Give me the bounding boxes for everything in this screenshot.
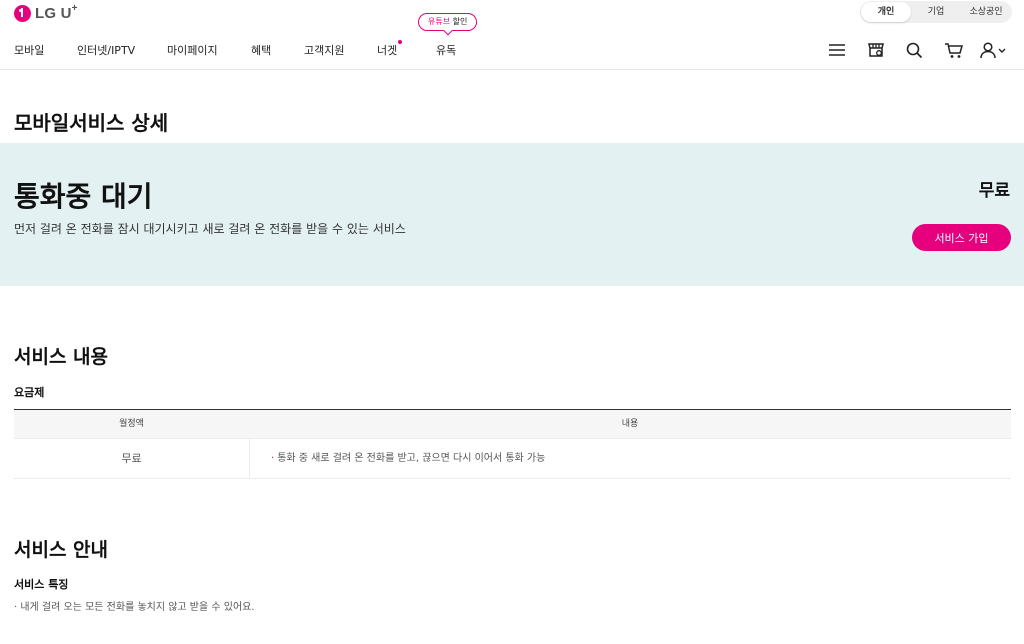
cart-icon[interactable] [934, 40, 973, 60]
nav-item-nugget[interactable]: 너겟 [377, 40, 403, 58]
nav-item-mobile[interactable]: 모바일 [14, 42, 44, 58]
customer-type-switch: 개인 기업 소상공인 [860, 1, 1012, 23]
nav-icon-group [817, 40, 1012, 60]
nav-item-internet-iptv[interactable]: 인터넷/IPTV [77, 42, 135, 58]
row-price: 무료 [121, 452, 142, 465]
new-dot [398, 40, 403, 44]
table-row: 무료 · 통화 중 새로 걸려 온 전화를 받고, 끊으면 다시 이어서 통화 가… [14, 439, 1011, 479]
segment-small-business[interactable]: 소상공인 [961, 2, 1011, 22]
promo-suffix: 할인 [452, 17, 468, 26]
service-hero: 통화중 대기 먼저 걸려 온 전화를 잠시 대기시키고 새로 걸려 온 전화를 … [0, 143, 1024, 286]
service-content-title: 서비스 내용 [14, 346, 109, 368]
lg-uplus-logo[interactable]: LG U+ [14, 3, 78, 22]
bullet-icon: · [271, 453, 275, 464]
nav-item-yudok[interactable]: 유독 [436, 42, 456, 58]
logo-text: LG U+ [35, 3, 78, 22]
service-price: 무료 [978, 181, 1010, 201]
menu-icon[interactable] [817, 40, 856, 60]
table-header: 월정액 내용 [14, 410, 1011, 439]
nav-item-nugget-label: 너겟 [377, 44, 398, 57]
row-content: · 통화 중 새로 걸려 온 전화를 받고, 끊으면 다시 이어서 통화 가능 [249, 439, 1011, 478]
youtube-promo-bubble[interactable]: 유튜브 할인 [418, 13, 478, 31]
nav-item-benefits[interactable]: 혜택 [251, 42, 271, 58]
service-description: 먼저 걸려 온 전화를 잠시 대기시키고 새로 걸려 온 전화를 받을 수 있는… [14, 222, 406, 236]
service-title: 통화중 대기 [14, 180, 153, 213]
nav-item-mypage[interactable]: 마이페이지 [167, 42, 218, 58]
rate-plan-subtitle: 요금제 [14, 386, 45, 399]
feature-text: · 내게 걸려 오는 모든 전화를 놓치지 않고 받을 수 있어요. [14, 602, 255, 613]
user-icon[interactable] [973, 40, 1012, 60]
store-icon[interactable] [856, 40, 895, 60]
row-content-text: 통화 중 새로 걸려 온 전화를 받고, 끊으면 다시 이어서 통화 가능 [277, 453, 546, 464]
segment-personal[interactable]: 개인 [861, 2, 911, 22]
header-content: 내용 [621, 419, 639, 429]
search-icon[interactable] [895, 40, 934, 60]
service-guide-title: 서비스 안내 [14, 539, 109, 561]
service-join-button[interactable]: 서비스 가입 [912, 224, 1011, 251]
header-monthly-fee: 월정액 [119, 419, 144, 429]
top-bar: LG U+ 개인 기업 소상공인 [0, 0, 1024, 30]
nav-item-support[interactable]: 고객지원 [304, 42, 344, 58]
segment-business[interactable]: 기업 [911, 2, 961, 22]
feature-subtitle: 서비스 특징 [14, 578, 69, 591]
page-title: 모바일서비스 상세 [14, 111, 169, 135]
main-nav: 모바일 인터넷/IPTV 마이페이지 혜택 고객지원 너겟 유독 유튜브 할인 [0, 13, 1024, 70]
promo-prefix: 유튜브 [428, 17, 451, 26]
rate-table: 월정액 내용 무료 · 통화 중 새로 걸려 온 전화를 받고, 끊으면 다시 이… [14, 409, 1011, 479]
lg-logo-icon [14, 5, 31, 22]
